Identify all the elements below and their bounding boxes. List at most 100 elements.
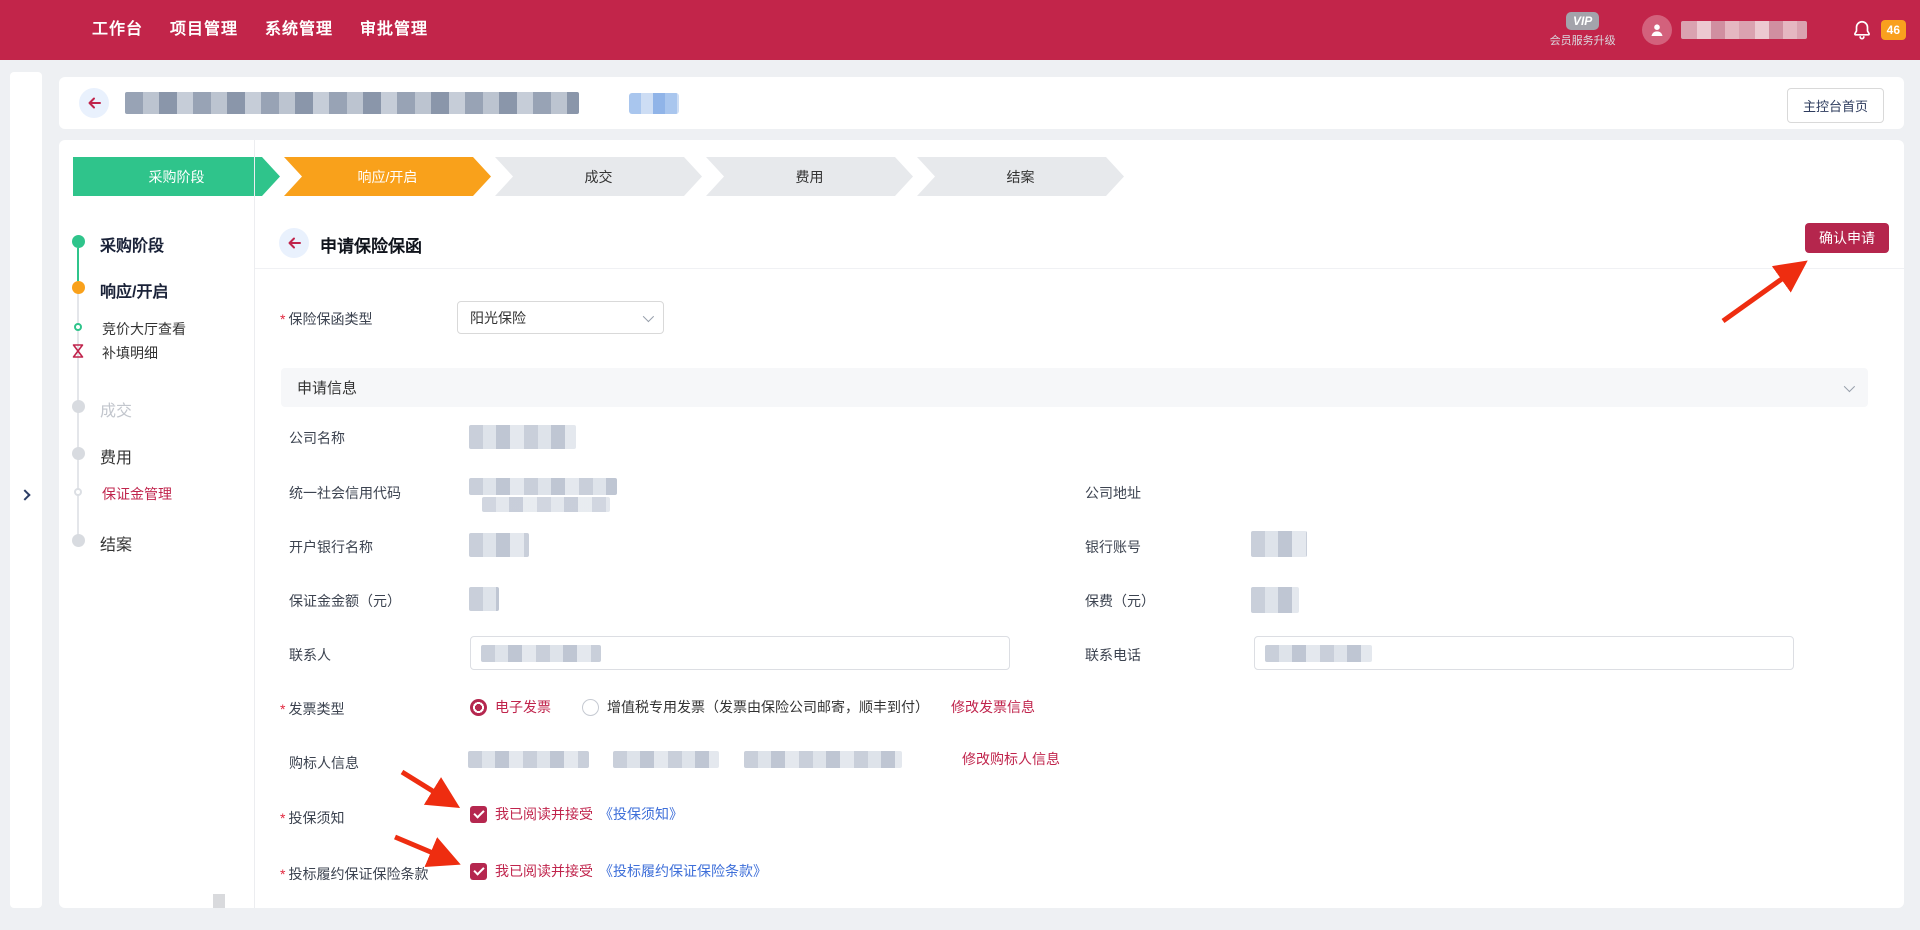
- user-avatar[interactable]: [1642, 15, 1672, 45]
- header-back-button[interactable]: [79, 88, 109, 118]
- stage-timeline-sidebar: 采购阶段 响应/开启 竞价大厅查看 补填明细 成交 费用 保证金管理 结案: [59, 140, 255, 908]
- page-title: 申请保险保函: [320, 232, 422, 257]
- phone-value-redacted: [1265, 645, 1372, 662]
- timeline-dot-green: [72, 235, 85, 248]
- bank-name-label: 开户银行名称: [289, 537, 373, 557]
- step-deal[interactable]: 成交: [495, 157, 702, 196]
- required-mark: *: [280, 810, 285, 826]
- notification-bell[interactable]: [1851, 19, 1873, 41]
- company-name-value-redacted: [469, 425, 576, 449]
- timeline-dot-gray: [72, 447, 85, 460]
- nav-item-workbench[interactable]: 工作台: [92, 0, 143, 60]
- premium-value-redacted: [1251, 587, 1299, 613]
- divider: [255, 268, 1904, 269]
- collapsed-side-rail: [10, 72, 42, 908]
- chevron-down-icon: [643, 310, 654, 321]
- step-response-open[interactable]: 响应/开启: [284, 157, 491, 196]
- deposit-amount-value-redacted: [469, 587, 499, 611]
- nav-item-approval-mgmt[interactable]: 审批管理: [360, 0, 428, 60]
- sidebar-item-fill-details[interactable]: 补填明细: [102, 343, 158, 363]
- step-fees[interactable]: 费用: [706, 157, 913, 196]
- required-mark: *: [280, 701, 285, 717]
- required-mark: *: [280, 311, 285, 327]
- vat-invoice-label[interactable]: 增值税专用发票（发票由保险公司邮寄，顺丰到付）: [607, 697, 929, 717]
- insurance-type-label: *保险保函类型: [280, 309, 372, 329]
- timeline-connector-done: [77, 248, 79, 281]
- chevron-down-icon: [1844, 380, 1855, 391]
- radio-vat-invoice[interactable]: [582, 699, 599, 716]
- terms-document-link[interactable]: 《投标履约保证保险条款》: [599, 861, 767, 881]
- buyer-value-redacted: [468, 751, 589, 768]
- sidebar-item-deposit-mgmt[interactable]: 保证金管理: [102, 484, 172, 504]
- vip-caption: 会员服务升级: [1550, 32, 1616, 48]
- terms-agreement-row: 我已阅读并接受 《投标履约保证保险条款》: [470, 861, 767, 881]
- notice-agreement-row: 我已阅读并接受 《投保须知》: [470, 804, 683, 824]
- phone-input[interactable]: [1254, 636, 1794, 670]
- terms-label: *投标履约保证保险条款: [280, 864, 428, 884]
- notification-count-badge[interactable]: 46: [1881, 20, 1906, 40]
- nav-item-system-mgmt[interactable]: 系统管理: [265, 0, 333, 60]
- invoice-type-label: *发票类型: [280, 699, 344, 719]
- timeline-ring-green: [74, 323, 82, 331]
- nav-item-project-mgmt[interactable]: 项目管理: [170, 0, 238, 60]
- section-apply-info[interactable]: 申请信息: [281, 368, 1868, 407]
- electronic-invoice-label[interactable]: 电子发票: [495, 697, 551, 717]
- terms-checkbox-checked[interactable]: [470, 863, 487, 880]
- page-header-card: 主控台首页: [59, 77, 1904, 129]
- buyer-value-redacted: [744, 751, 902, 768]
- sidebar-item-closing[interactable]: 结案: [100, 531, 132, 555]
- edit-invoice-info-link[interactable]: 修改发票信息: [951, 697, 1035, 717]
- notice-label: *投保须知: [280, 808, 344, 828]
- section-title: 申请信息: [297, 377, 357, 398]
- agree-text: 我已阅读并接受: [495, 804, 593, 824]
- timeline-dot-gray: [72, 534, 85, 547]
- credit-code-label: 统一社会信用代码: [289, 483, 401, 503]
- main-content-card: 采购阶段 响应/开启 成交 费用 结案 采购阶段 响应/开启 竞价大厅查看 补填…: [59, 140, 1904, 908]
- back-arrow-icon: [286, 235, 302, 251]
- deposit-amount-label: 保证金金额（元）: [289, 591, 401, 611]
- credit-code-value-redacted: [469, 478, 617, 495]
- form-back-button[interactable]: [279, 228, 309, 258]
- contact-label: 联系人: [289, 645, 331, 665]
- status-badge-redacted: [629, 93, 679, 114]
- insurance-type-value: 阳光保险: [470, 308, 526, 328]
- sidebar-item-response-open[interactable]: 响应/开启: [100, 278, 168, 302]
- top-navbar: 工作台 项目管理 系统管理 审批管理 VIP 会员服务升级 46: [0, 0, 1920, 60]
- notice-checkbox-checked[interactable]: [470, 806, 487, 823]
- sidebar-item-bidding-hall[interactable]: 竞价大厅查看: [102, 319, 186, 339]
- premium-label: 保费（元）: [1085, 591, 1155, 611]
- person-icon: [1649, 22, 1665, 38]
- buyer-value-redacted: [613, 751, 719, 768]
- sidebar-item-deal[interactable]: 成交: [100, 397, 132, 421]
- navbar-right-cluster: VIP 会员服务升级 46: [1550, 0, 1906, 60]
- timeline-dot-gray: [72, 400, 85, 413]
- edit-buyer-info-link[interactable]: 修改购标人信息: [962, 749, 1060, 769]
- hourglass-icon: [70, 343, 86, 359]
- back-arrow-icon: [86, 95, 102, 111]
- username-redacted[interactable]: [1681, 21, 1807, 39]
- sidebar-item-purchase-stage[interactable]: 采购阶段: [100, 232, 164, 256]
- sidebar-item-fees[interactable]: 费用: [100, 444, 132, 468]
- buyer-info-values: 修改购标人信息: [468, 750, 1060, 768]
- radio-electronic-invoice[interactable]: [470, 699, 487, 716]
- company-address-label: 公司地址: [1085, 483, 1141, 503]
- agree-text: 我已阅读并接受: [495, 861, 593, 881]
- confirm-apply-button[interactable]: 确认申请: [1805, 223, 1889, 253]
- required-mark: *: [280, 866, 285, 882]
- main-menu: 工作台 项目管理 系统管理 审批管理: [92, 0, 428, 60]
- insurance-type-select[interactable]: 阳光保险: [457, 301, 664, 334]
- vip-upgrade[interactable]: VIP 会员服务升级: [1550, 12, 1616, 48]
- bank-name-value-redacted: [469, 533, 529, 557]
- step-closing[interactable]: 结案: [917, 157, 1124, 196]
- horizontal-scrollbar-thumb[interactable]: [213, 894, 225, 908]
- contact-input[interactable]: [470, 636, 1010, 670]
- timeline-ring-gray: [74, 488, 82, 496]
- bank-account-value-redacted: [1251, 531, 1307, 557]
- expand-panel-chevron-icon[interactable]: [19, 489, 30, 500]
- project-title-redacted: [125, 92, 579, 114]
- console-home-button[interactable]: 主控台首页: [1787, 88, 1884, 123]
- bank-account-label: 银行账号: [1085, 537, 1141, 557]
- company-name-label: 公司名称: [289, 428, 345, 448]
- notice-document-link[interactable]: 《投保须知》: [599, 804, 683, 824]
- bell-icon: [1851, 19, 1873, 41]
